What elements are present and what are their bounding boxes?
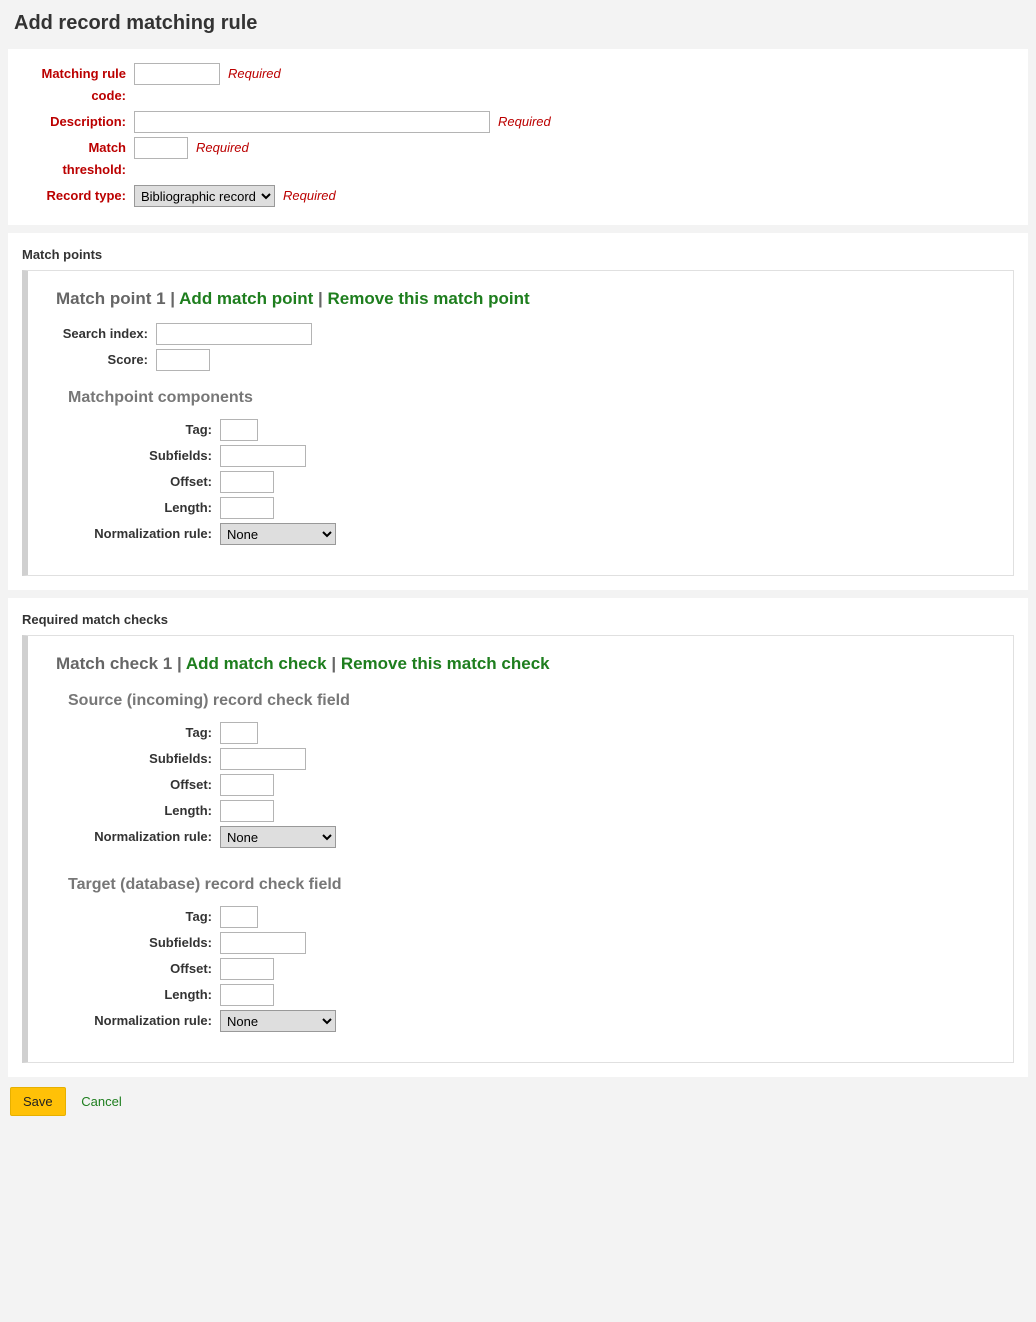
src-offset-input[interactable] (220, 774, 274, 796)
match-check-prefix: Match check 1 (56, 654, 172, 673)
match-threshold-row: Match threshold: Required (22, 137, 1014, 181)
match-point-block: Match point 1 | Add match point | Remove… (22, 270, 1014, 576)
tgt-tag-row: Tag: (56, 906, 995, 928)
add-match-point-link[interactable]: Add match point (179, 289, 313, 308)
mp-offset-label: Offset: (56, 471, 220, 493)
tgt-subfields-row: Subfields: (56, 932, 995, 954)
remove-match-point-link[interactable]: Remove this match point (327, 289, 529, 308)
tgt-length-input[interactable] (220, 984, 274, 1006)
match-point-prefix: Match point 1 (56, 289, 166, 308)
mp-tag-row: Tag: (56, 419, 995, 441)
score-row: Score: (56, 349, 995, 371)
src-norm-select[interactable]: None (220, 826, 336, 848)
save-button[interactable]: Save (10, 1087, 66, 1116)
form-actions: Save Cancel (8, 1087, 1028, 1116)
src-offset-label: Offset: (56, 774, 220, 796)
match-threshold-input[interactable] (134, 137, 188, 159)
mp-offset-input[interactable] (220, 471, 274, 493)
tgt-norm-label: Normalization rule: (56, 1010, 220, 1032)
target-check-heading: Target (database) record check field (68, 876, 995, 894)
match-check-block: Match check 1 | Add match check | Remove… (22, 635, 1014, 1063)
tgt-tag-input[interactable] (220, 906, 258, 928)
mp-length-row: Length: (56, 497, 995, 519)
rule-basics-panel: Matching rule code: Required Description… (8, 49, 1028, 225)
src-tag-row: Tag: (56, 722, 995, 744)
src-subfields-input[interactable] (220, 748, 306, 770)
search-index-input[interactable] (156, 323, 312, 345)
mp-offset-row: Offset: (56, 471, 995, 493)
tgt-norm-row: Normalization rule: None (56, 1010, 995, 1032)
src-norm-label: Normalization rule: (56, 826, 220, 848)
tgt-subfields-label: Subfields: (56, 932, 220, 954)
src-subfields-label: Subfields: (56, 748, 220, 770)
required-text: Required (283, 185, 336, 207)
mp-length-input[interactable] (220, 497, 274, 519)
separator: | (331, 654, 340, 673)
matching-rule-code-label: Matching rule code: (22, 63, 134, 107)
mp-subfields-label: Subfields: (56, 445, 220, 467)
description-input[interactable] (134, 111, 490, 133)
mp-length-label: Length: (56, 497, 220, 519)
tgt-length-row: Length: (56, 984, 995, 1006)
src-offset-row: Offset: (56, 774, 995, 796)
matching-rule-code-input[interactable] (134, 63, 220, 85)
tgt-offset-label: Offset: (56, 958, 220, 980)
search-index-label: Search index: (56, 323, 156, 345)
cancel-link[interactable]: Cancel (81, 1094, 121, 1109)
page-title: Add record matching rule (14, 12, 1028, 35)
tgt-offset-input[interactable] (220, 958, 274, 980)
match-threshold-label: Match threshold: (22, 137, 134, 181)
separator: | (170, 289, 179, 308)
add-match-check-link[interactable]: Add match check (186, 654, 327, 673)
tgt-subfields-input[interactable] (220, 932, 306, 954)
src-length-label: Length: (56, 800, 220, 822)
matchpoint-components-heading: Matchpoint components (68, 389, 995, 407)
mp-norm-row: Normalization rule: None (56, 523, 995, 545)
match-point-title: Match point 1 | Add match point | Remove… (56, 289, 995, 309)
match-checks-panel: Required match checks Match check 1 | Ad… (8, 598, 1028, 1077)
required-text: Required (228, 63, 281, 85)
mp-norm-label: Normalization rule: (56, 523, 220, 545)
source-check-heading: Source (incoming) record check field (68, 692, 995, 710)
match-points-heading: Match points (22, 247, 1014, 266)
search-index-row: Search index: (56, 323, 995, 345)
record-type-select[interactable]: Bibliographic record (134, 185, 275, 207)
src-subfields-row: Subfields: (56, 748, 995, 770)
tgt-norm-select[interactable]: None (220, 1010, 336, 1032)
match-check-title: Match check 1 | Add match check | Remove… (56, 654, 995, 674)
match-checks-heading: Required match checks (22, 612, 1014, 631)
mp-tag-label: Tag: (56, 419, 220, 441)
tgt-offset-row: Offset: (56, 958, 995, 980)
src-tag-label: Tag: (56, 722, 220, 744)
matching-rule-code-row: Matching rule code: Required (22, 63, 1014, 107)
description-label: Description: (22, 111, 134, 133)
mp-subfields-input[interactable] (220, 445, 306, 467)
record-type-label: Record type: (22, 185, 134, 207)
score-label: Score: (56, 349, 156, 371)
mp-norm-select[interactable]: None (220, 523, 336, 545)
separator: | (177, 654, 186, 673)
record-type-row: Record type: Bibliographic record Requir… (22, 185, 1014, 207)
src-length-row: Length: (56, 800, 995, 822)
src-tag-input[interactable] (220, 722, 258, 744)
mp-subfields-row: Subfields: (56, 445, 995, 467)
score-input[interactable] (156, 349, 210, 371)
required-text: Required (196, 137, 249, 159)
description-row: Description: Required (22, 111, 1014, 133)
tgt-length-label: Length: (56, 984, 220, 1006)
required-text: Required (498, 111, 551, 133)
match-points-panel: Match points Match point 1 | Add match p… (8, 233, 1028, 590)
tgt-tag-label: Tag: (56, 906, 220, 928)
mp-tag-input[interactable] (220, 419, 258, 441)
src-norm-row: Normalization rule: None (56, 826, 995, 848)
remove-match-check-link[interactable]: Remove this match check (341, 654, 550, 673)
src-length-input[interactable] (220, 800, 274, 822)
